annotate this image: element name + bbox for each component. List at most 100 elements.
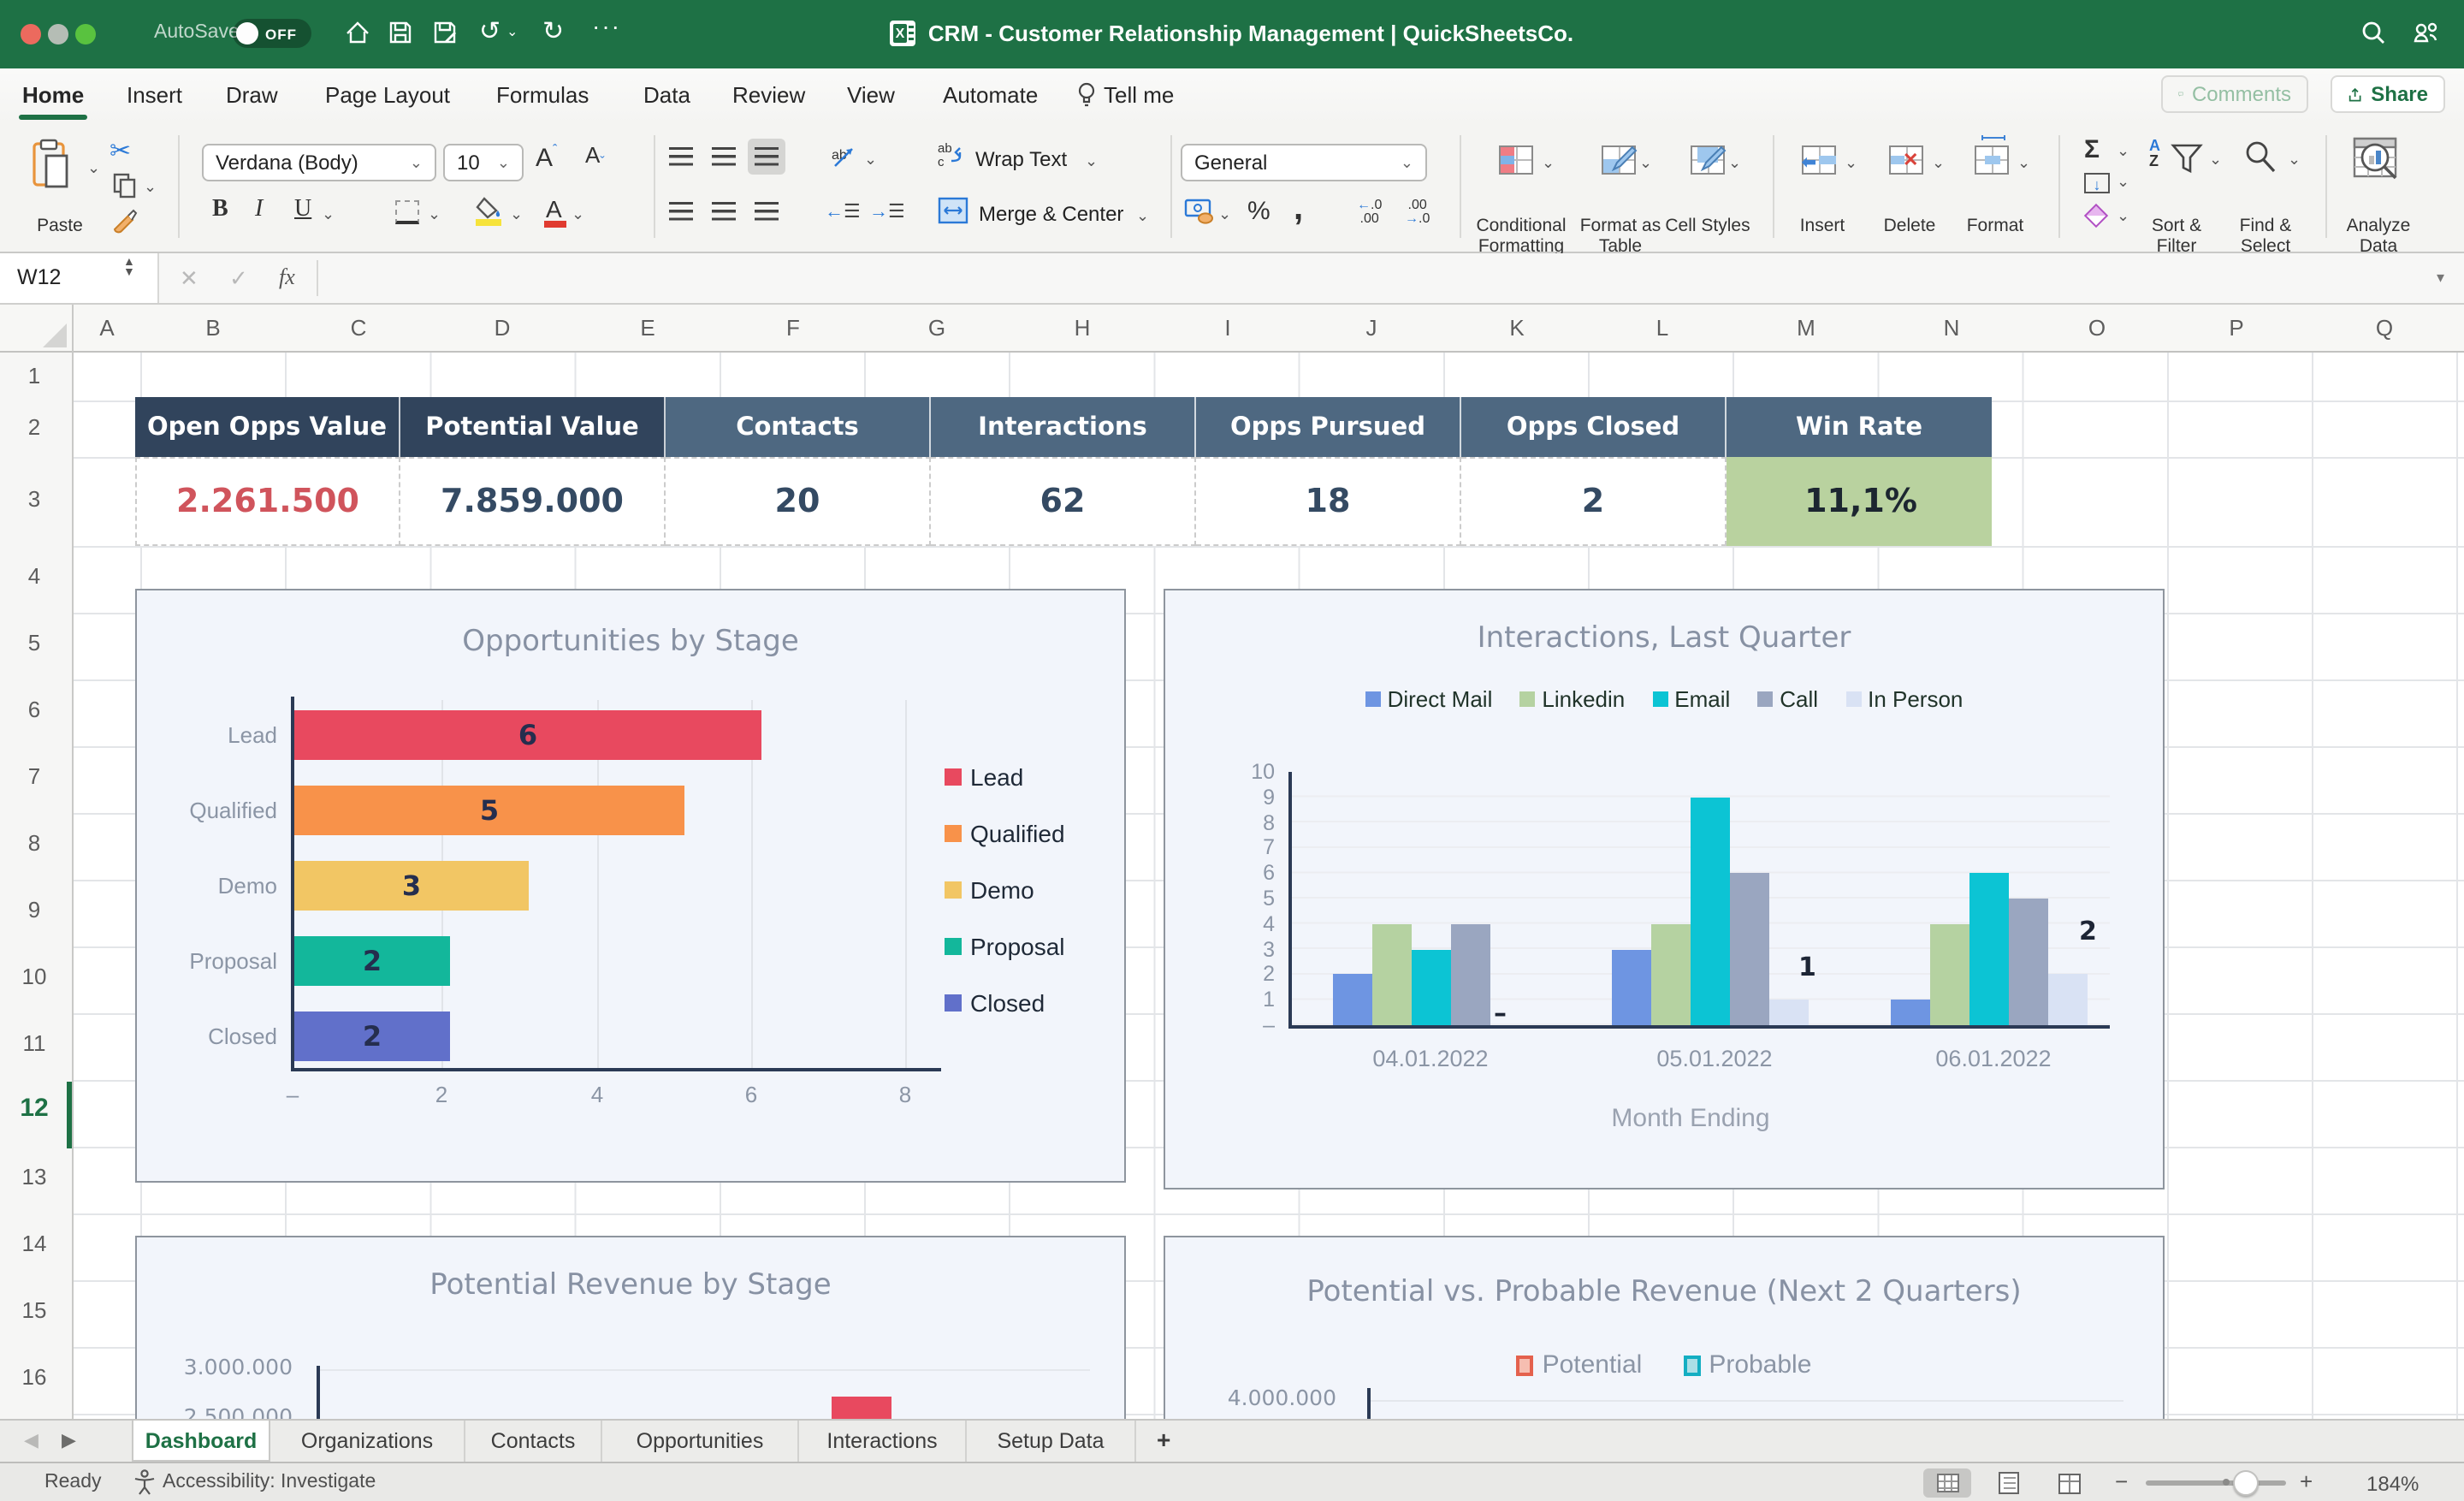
bar-proposal[interactable]: 2	[294, 936, 450, 986]
formula-bar-expand-icon[interactable]: ▾	[2437, 269, 2444, 288]
column-header[interactable]: H	[1010, 315, 1155, 341]
copy-chevron-icon[interactable]: ⌄	[144, 178, 157, 197]
increase-indent-icon[interactable]: →☰	[869, 200, 905, 222]
insert-label[interactable]: Insert	[1780, 217, 1865, 237]
analyze-data-label[interactable]: Analyze Data	[2331, 217, 2426, 257]
format-label[interactable]: Format	[1952, 217, 2038, 237]
add-sheet-icon[interactable]: +	[1157, 1426, 1170, 1453]
row-header[interactable]: 10	[0, 964, 68, 989]
decrease-font-icon[interactable]: Aˇ	[585, 142, 605, 169]
sort-filter-label[interactable]: Sort & Filter	[2130, 217, 2223, 257]
sheet-tab-interactions[interactable]: Interactions	[799, 1421, 967, 1462]
column-header[interactable]: O	[2024, 315, 2170, 341]
increase-font-icon[interactable]: Aˆ	[536, 142, 557, 173]
chart-opportunities-by-stage[interactable]: Opportunities by Stage 6 5 3 2 2 Lead Qu…	[135, 589, 1126, 1183]
column-header[interactable]: A	[74, 315, 140, 341]
bar-fragment[interactable]	[832, 1397, 891, 1419]
row-header[interactable]: 11	[0, 1030, 68, 1056]
row-header[interactable]: 3	[0, 486, 68, 512]
bar-in-person[interactable]	[2048, 974, 2088, 1025]
search-icon[interactable]	[2360, 19, 2387, 55]
insert-cells-icon[interactable]: ⬅	[1802, 145, 1836, 175]
cell-styles-label[interactable]: Cell Styles	[1656, 217, 1759, 237]
name-box[interactable]: W12 ▲ ▼	[0, 253, 159, 303]
column-header[interactable]: E	[575, 315, 720, 341]
wrap-text-label[interactable]: Wrap Text	[975, 147, 1067, 171]
zoom-percent[interactable]: 184%	[2366, 1472, 2419, 1496]
column-header[interactable]: D	[429, 315, 575, 341]
fill-down-icon[interactable]: ↓	[2084, 173, 2110, 193]
bar-email[interactable]	[1691, 798, 1730, 1025]
cell-styles-chevron-icon[interactable]: ⌄	[1728, 154, 1741, 173]
bar-call[interactable]	[1730, 873, 1769, 1025]
number-format-select[interactable]: General ⌄	[1181, 144, 1427, 181]
row-header[interactable]: 7	[0, 763, 68, 789]
clear-icon[interactable]	[2083, 203, 2109, 228]
bar-lead[interactable]: 6	[294, 710, 761, 760]
font-color-icon[interactable]: A	[544, 195, 566, 227]
column-header[interactable]: Q	[2305, 315, 2464, 341]
tab-page-layout[interactable]: Page Layout	[325, 82, 450, 108]
merge-center-chevron-icon[interactable]: ⌄	[1136, 207, 1149, 226]
bar-email[interactable]	[1412, 950, 1451, 1025]
format-painter-icon[interactable]	[111, 207, 139, 243]
bar-linkedin[interactable]	[1372, 924, 1412, 1025]
zoom-in-icon[interactable]: +	[2300, 1468, 2313, 1494]
normal-view-button[interactable]	[1923, 1468, 1971, 1498]
copy-icon[interactable]	[113, 173, 137, 207]
tab-automate[interactable]: Automate	[943, 82, 1038, 108]
column-header[interactable]: B	[140, 315, 286, 341]
format-cells-icon[interactable]	[1975, 135, 2009, 175]
wrap-text-icon[interactable]: ab c	[938, 140, 967, 178]
sort-filter-chevron-icon[interactable]: ⌄	[2209, 151, 2222, 169]
increase-decimal-icon[interactable]: ←.0.00	[1357, 198, 1382, 226]
align-middle-icon[interactable]	[712, 147, 736, 166]
row-header[interactable]: 8	[0, 830, 68, 856]
row-header[interactable]: 13	[0, 1164, 68, 1190]
bar-demo[interactable]: 3	[294, 861, 529, 911]
column-header[interactable]: G	[864, 315, 1010, 341]
row-header[interactable]: 4	[0, 563, 68, 589]
autosum-chevron-icon[interactable]: ⌄	[2117, 142, 2129, 161]
italic-button[interactable]: I	[255, 197, 263, 224]
font-name-select[interactable]: Verdana (Body) ⌄	[202, 144, 436, 181]
tab-review[interactable]: Review	[732, 82, 805, 108]
bar-closed[interactable]: 2	[294, 1012, 450, 1061]
decrease-indent-icon[interactable]: ←☰	[825, 200, 861, 222]
merge-center-icon[interactable]	[938, 197, 968, 233]
font-size-select[interactable]: 10 ⌄	[443, 144, 524, 181]
tab-view[interactable]: View	[847, 82, 895, 108]
decrease-decimal-icon[interactable]: .00 →.0	[1405, 198, 1430, 226]
row-header[interactable]: 9	[0, 897, 68, 923]
tab-draw[interactable]: Draw	[226, 82, 278, 108]
align-right-icon[interactable]	[755, 202, 779, 221]
borders-icon[interactable]	[395, 200, 419, 224]
row-header[interactable]: 14	[0, 1231, 68, 1256]
sort-filter-icon[interactable]: AZ	[2149, 138, 2160, 169]
column-header[interactable]: J	[1299, 315, 1444, 341]
page-break-view-button[interactable]	[2045, 1468, 2093, 1498]
find-select-icon[interactable]	[2242, 139, 2279, 176]
zoom-slider-track[interactable]	[2146, 1480, 2286, 1486]
column-header[interactable]: C	[286, 315, 431, 341]
clear-chevron-icon[interactable]: ⌄	[2117, 207, 2129, 226]
sheet-grid[interactable]: A B C D E F G H I J K L M N O P Q 1 2 3 …	[0, 305, 2464, 1419]
chart-potential-vs-probable[interactable]: Potential vs. Probable Revenue (Next 2 Q…	[1164, 1236, 2165, 1419]
bar-linkedin[interactable]	[1930, 924, 1969, 1025]
sheet-tab-organizations[interactable]: Organizations	[270, 1421, 465, 1462]
format-as-table-chevron-icon[interactable]: ⌄	[1639, 154, 1652, 173]
bar-call[interactable]	[1451, 924, 1490, 1025]
bar-direct-mail[interactable]	[1333, 974, 1372, 1025]
name-box-stepper[interactable]: ▲ ▼	[123, 257, 135, 279]
bar-linkedin[interactable]	[1651, 924, 1691, 1025]
underline-chevron-icon[interactable]: ⌄	[322, 205, 335, 224]
column-header[interactable]: L	[1590, 315, 1735, 341]
chart-interactions-last-quarter[interactable]: Interactions, Last Quarter Direct Mail L…	[1164, 589, 2165, 1190]
column-header[interactable]: K	[1444, 315, 1590, 341]
align-center-icon[interactable]	[712, 202, 736, 221]
bar-direct-mail[interactable]	[1612, 950, 1651, 1025]
row-header[interactable]: 16	[0, 1364, 68, 1390]
accounting-chevron-icon[interactable]: ⌄	[1218, 205, 1231, 224]
align-top-icon[interactable]	[669, 147, 693, 166]
fill-chevron-icon[interactable]: ⌄	[510, 205, 523, 224]
